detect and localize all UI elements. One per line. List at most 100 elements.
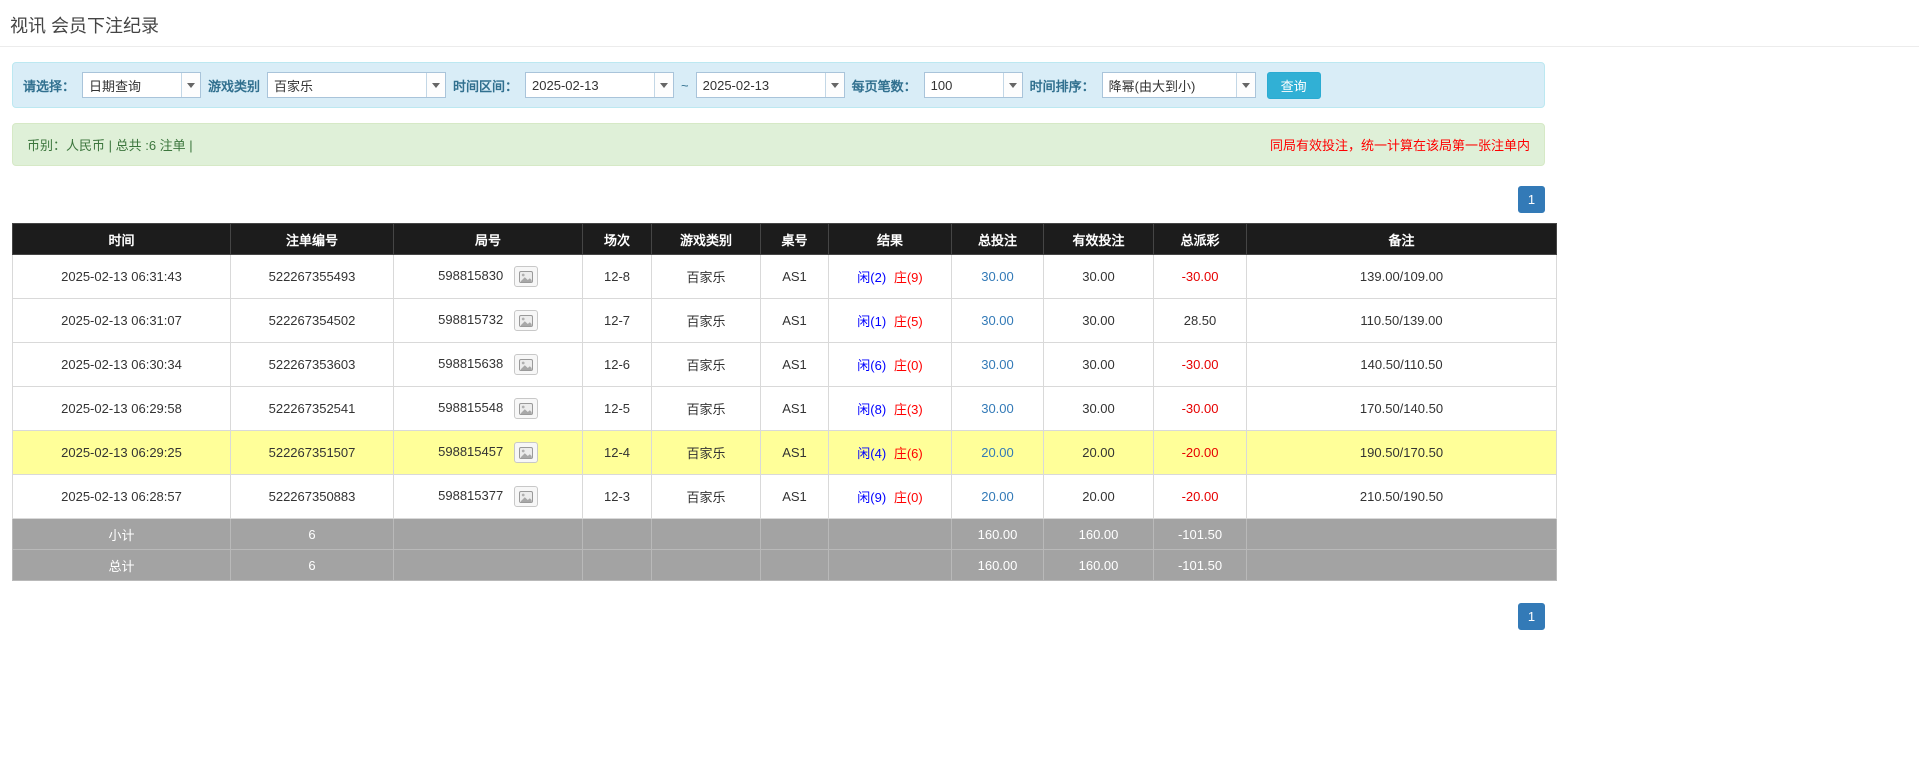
cell-remark: 110.50/139.00 xyxy=(1247,299,1557,343)
total-bet-link[interactable]: 20.00 xyxy=(981,489,1014,504)
notice-text: 同局有效投注，统一计算在该局第一张注单内 xyxy=(1270,135,1530,154)
total-bet-link[interactable]: 30.00 xyxy=(981,313,1014,328)
col-remark: 备注 xyxy=(1247,224,1557,255)
cell-time: 2025-02-13 06:31:43 xyxy=(13,255,231,299)
cell-valid-bet: 20.00 xyxy=(1044,475,1154,519)
cell-bet-id: 522267353603 xyxy=(231,343,394,387)
date-from-input[interactable] xyxy=(526,73,654,97)
round-id-text: 598815830 xyxy=(438,268,503,283)
cell-round-id: 598815377 xyxy=(394,475,583,519)
select-type-label: 请选择： xyxy=(23,76,75,95)
cell-bet-id: 522267351507 xyxy=(231,431,394,475)
video-snapshot-icon xyxy=(519,271,533,283)
sort-order-dropdown[interactable] xyxy=(1102,72,1256,98)
date-from-dropdown[interactable] xyxy=(525,72,674,98)
cell-round-id: 598815548 xyxy=(394,387,583,431)
table-header: 时间 注单编号 局号 场次 游戏类别 桌号 结果 总投注 有效投注 总派彩 备注 xyxy=(13,224,1557,255)
pagination-bottom: 1 xyxy=(12,603,1545,630)
cell-round-id: 598815732 xyxy=(394,299,583,343)
total-bet-link[interactable]: 30.00 xyxy=(981,401,1014,416)
cell-game-type: 百家乐 xyxy=(652,431,761,475)
video-snapshot-button[interactable] xyxy=(514,266,538,287)
video-snapshot-button[interactable] xyxy=(514,310,538,331)
subtotal-total-bet: 160.00 xyxy=(952,519,1044,550)
pagination-top: 1 xyxy=(12,186,1545,213)
cell-result: 闲(2) 庄(9) xyxy=(829,255,952,299)
video-snapshot-button[interactable] xyxy=(514,486,538,507)
page-1-button[interactable]: 1 xyxy=(1518,603,1545,630)
sort-order-label: 时间排序： xyxy=(1030,76,1095,95)
page-title: 视讯 会员下注纪录 xyxy=(10,12,1909,38)
cell-round-id: 598815457 xyxy=(394,431,583,475)
cell-session: 12-4 xyxy=(583,431,652,475)
total-bet-link[interactable]: 30.00 xyxy=(981,357,1014,372)
cell-total-bet: 20.00 xyxy=(952,475,1044,519)
cell-result: 闲(9) 庄(0) xyxy=(829,475,952,519)
cell-payout: -30.00 xyxy=(1154,387,1247,431)
cell-game-type: 百家乐 xyxy=(652,475,761,519)
betting-records-table: 时间 注单编号 局号 场次 游戏类别 桌号 结果 总投注 有效投注 总派彩 备注… xyxy=(12,223,1557,581)
cell-table-no: AS1 xyxy=(761,343,829,387)
cell-time: 2025-02-13 06:28:57 xyxy=(13,475,231,519)
result-player: 闲(6) xyxy=(857,358,886,373)
cell-payout: -30.00 xyxy=(1154,343,1247,387)
cell-time: 2025-02-13 06:30:34 xyxy=(13,343,231,387)
currency-total-text: 币别：人民币 | 总共 :6 注单 | xyxy=(27,135,193,154)
page-size-arrow-button[interactable] xyxy=(1003,73,1022,97)
table-row: 2025-02-13 06:30:34 522267353603 5988156… xyxy=(13,343,1557,387)
video-snapshot-button[interactable] xyxy=(514,442,538,463)
date-to-arrow-button[interactable] xyxy=(825,73,844,97)
page-1-button[interactable]: 1 xyxy=(1518,186,1545,213)
table-row: 2025-02-13 06:31:07 522267354502 5988157… xyxy=(13,299,1557,343)
total-label: 总计 xyxy=(13,550,231,581)
cell-game-type: 百家乐 xyxy=(652,343,761,387)
result-banker: 庄(9) xyxy=(894,270,923,285)
result-banker: 庄(0) xyxy=(894,358,923,373)
sort-order-input[interactable] xyxy=(1103,73,1236,97)
page-size-input[interactable] xyxy=(925,73,1003,97)
cell-total-bet: 30.00 xyxy=(952,343,1044,387)
query-type-dropdown[interactable] xyxy=(82,72,201,98)
cell-payout: 28.50 xyxy=(1154,299,1247,343)
video-snapshot-button[interactable] xyxy=(514,398,538,419)
game-type-input[interactable] xyxy=(268,73,426,97)
game-type-arrow-button[interactable] xyxy=(426,73,445,97)
cell-round-id: 598815830 xyxy=(394,255,583,299)
chevron-down-icon xyxy=(187,83,195,88)
payout-value: 28.50 xyxy=(1184,313,1217,328)
query-type-arrow-button[interactable] xyxy=(181,73,200,97)
col-result: 结果 xyxy=(829,224,952,255)
cell-result: 闲(8) 庄(3) xyxy=(829,387,952,431)
round-id-text: 598815732 xyxy=(438,312,503,327)
query-type-input[interactable] xyxy=(83,73,181,97)
payout-value: -20.00 xyxy=(1182,489,1219,504)
date-to-dropdown[interactable] xyxy=(696,72,845,98)
cell-table-no: AS1 xyxy=(761,299,829,343)
page-size-dropdown[interactable] xyxy=(924,72,1023,98)
payout-value: -30.00 xyxy=(1182,357,1219,372)
col-total-bet: 总投注 xyxy=(952,224,1044,255)
search-button[interactable]: 查询 xyxy=(1267,72,1321,99)
total-bet-link[interactable]: 30.00 xyxy=(981,269,1014,284)
total-valid-bet: 160.00 xyxy=(1044,550,1154,581)
date-from-arrow-button[interactable] xyxy=(654,73,673,97)
date-to-input[interactable] xyxy=(697,73,825,97)
round-id-text: 598815457 xyxy=(438,444,503,459)
col-payout: 总派彩 xyxy=(1154,224,1247,255)
cell-session: 12-6 xyxy=(583,343,652,387)
cell-payout: -20.00 xyxy=(1154,475,1247,519)
col-session: 场次 xyxy=(583,224,652,255)
cell-payout: -20.00 xyxy=(1154,431,1247,475)
game-type-dropdown[interactable] xyxy=(267,72,446,98)
game-type-label: 游戏类别 xyxy=(208,76,260,95)
video-snapshot-button[interactable] xyxy=(514,354,538,375)
cell-table-no: AS1 xyxy=(761,255,829,299)
cell-table-no: AS1 xyxy=(761,431,829,475)
cell-valid-bet: 30.00 xyxy=(1044,387,1154,431)
sort-order-arrow-button[interactable] xyxy=(1236,73,1255,97)
total-bet-link[interactable]: 20.00 xyxy=(981,445,1014,460)
cell-result: 闲(4) 庄(6) xyxy=(829,431,952,475)
cell-remark: 170.50/140.50 xyxy=(1247,387,1557,431)
col-game-type: 游戏类别 xyxy=(652,224,761,255)
video-snapshot-icon xyxy=(519,359,533,371)
